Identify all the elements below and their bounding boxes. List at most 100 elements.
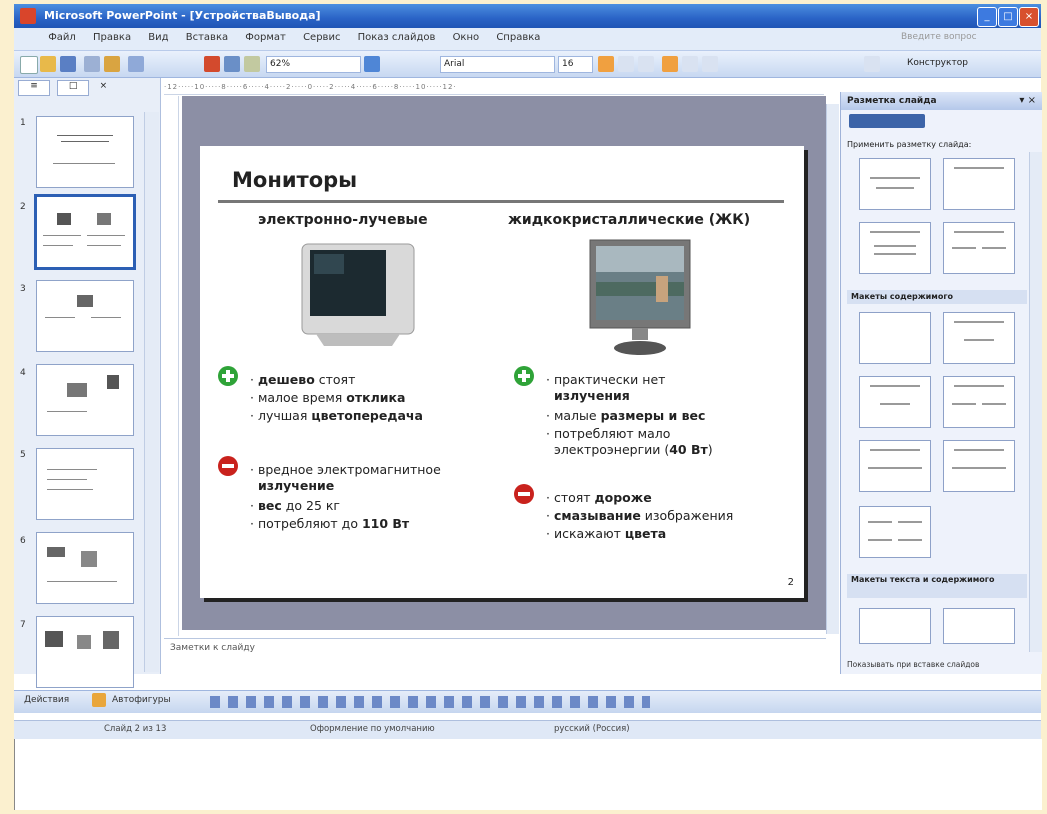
design-button[interactable]: Конструктор — [904, 56, 1007, 71]
menu-tools[interactable]: Сервис — [296, 28, 347, 47]
slide-thumbnail-3[interactable] — [36, 280, 134, 352]
layout-text-content-2[interactable] — [943, 608, 1015, 644]
menu-insert[interactable]: Вставка — [179, 28, 235, 47]
drawing-tools-icons[interactable] — [210, 696, 650, 708]
paste-icon[interactable] — [104, 56, 120, 72]
right-pro-1[interactable]: · практически нет излучения — [546, 372, 665, 404]
slide-scrollbar[interactable] — [826, 104, 839, 634]
font-color-icon[interactable] — [864, 56, 880, 72]
new-icon[interactable] — [20, 56, 38, 74]
layout-two-columns[interactable] — [943, 222, 1015, 274]
menu-file[interactable]: Файл — [41, 28, 83, 47]
show-on-insert-checkbox[interactable]: Показывать при вставке слайдов — [847, 660, 979, 669]
layout-title-two-content-two[interactable] — [943, 440, 1015, 492]
right-con-3[interactable]: · искажают цвета — [546, 526, 666, 542]
layout-title-slide[interactable] — [859, 158, 931, 210]
menu-help[interactable]: Справка — [489, 28, 547, 47]
section-content-layouts: Макеты содержимого — [847, 290, 1027, 304]
save-icon[interactable] — [60, 56, 76, 72]
layout-title-two-content[interactable] — [943, 376, 1015, 428]
status-bar: Слайд 2 из 13 Оформление по умолчанию ру… — [14, 720, 1041, 739]
left-pro-1[interactable]: · дешево стоят — [250, 372, 355, 388]
slide-layout-task-pane: Разметка слайда ▾ × Применить разметку с… — [840, 92, 1042, 674]
layout-title-content[interactable] — [859, 376, 931, 428]
actions-menu[interactable]: Действия — [24, 695, 69, 705]
maximize-button[interactable]: □ — [998, 7, 1018, 27]
open-icon[interactable] — [40, 56, 56, 72]
insert-chart-icon[interactable] — [204, 56, 220, 72]
status-language: русский (Россия) — [554, 724, 630, 734]
slide-thumbnail-6[interactable] — [36, 532, 134, 604]
layout-title-content-two[interactable] — [859, 440, 931, 492]
bold-button[interactable] — [598, 56, 614, 72]
font-select[interactable]: Arial — [440, 56, 555, 73]
window-title: Microsoft PowerPoint - [УстройстваВывода… — [44, 9, 321, 22]
grid-icon[interactable] — [244, 56, 260, 72]
tab-slides[interactable]: □ — [57, 80, 90, 96]
horizontal-ruler: ·12·····10·····8·····6·····4·····2·····0… — [164, 80, 824, 95]
slide-editing-area: Мониторы электронно-лучевые жидкокристал… — [182, 96, 826, 630]
notes-pane[interactable]: Заметки к слайду — [164, 638, 826, 675]
slide-thumbnail-7[interactable] — [36, 616, 134, 688]
task-pane-nav-buttons[interactable] — [849, 114, 925, 128]
status-slide-count: Слайд 2 из 13 — [104, 724, 167, 734]
help-icon[interactable] — [364, 56, 380, 72]
menu-format[interactable]: Формат — [238, 28, 293, 47]
font-size-select[interactable]: 16 — [558, 56, 593, 73]
layout-title-text[interactable] — [859, 222, 931, 274]
align-right-button[interactable] — [702, 56, 718, 72]
slide-thumbnail-1[interactable] — [36, 116, 134, 188]
slide-thumbnail-4[interactable] — [36, 364, 134, 436]
right-column-heading[interactable]: жидкокристаллические (ЖК) — [508, 212, 750, 228]
slides-thumbnail-pane: ≡ □ × 1 2 3 4 5 6 7 — [14, 78, 161, 688]
menu-view[interactable]: Вид — [141, 28, 175, 47]
thumb-number: 7 — [20, 620, 26, 630]
layout-content[interactable] — [943, 312, 1015, 364]
right-pro-3[interactable]: · потребляют мало электроэнергии (40 Вт) — [546, 426, 713, 458]
slide-title[interactable]: Мониторы — [232, 168, 357, 192]
empty-area — [14, 739, 1042, 810]
left-column-heading[interactable]: электронно-лучевые — [258, 212, 428, 228]
menu-window[interactable]: Окно — [446, 28, 487, 47]
insert-table-icon[interactable] — [224, 56, 240, 72]
left-pro-3[interactable]: · лучшая цветопередача — [250, 408, 423, 424]
tab-outline[interactable]: ≡ — [18, 80, 50, 96]
left-pro-2[interactable]: · малое время отклика — [250, 390, 405, 406]
select-objects-icon[interactable] — [92, 693, 106, 707]
layout-text-content-1[interactable] — [859, 608, 931, 644]
task-pane-scrollbar[interactable] — [1029, 152, 1042, 652]
thumbnails-scrollbar[interactable] — [144, 112, 159, 672]
align-left-button[interactable] — [662, 56, 678, 72]
close-pane-icon[interactable]: × — [96, 81, 110, 95]
slide-thumbnail-2[interactable] — [34, 194, 136, 270]
left-con-3[interactable]: · потребляют до 110 Вт — [250, 516, 409, 532]
layout-title-four-content[interactable] — [859, 506, 931, 558]
left-con-1[interactable]: · вредное электромагнитное излучение — [250, 462, 441, 494]
thumb-number: 5 — [20, 450, 26, 460]
left-con-2[interactable]: · вес до 25 кг — [250, 498, 340, 514]
status-design: Оформление по умолчанию — [310, 724, 435, 734]
menu-edit[interactable]: Правка — [86, 28, 138, 47]
underline-button[interactable] — [638, 56, 654, 72]
pane-tabs: ≡ □ × — [18, 80, 154, 98]
current-slide[interactable]: Мониторы электронно-лучевые жидкокристал… — [200, 146, 804, 598]
help-search-input[interactable]: Введите вопрос — [901, 32, 1011, 45]
slide-thumbnail-5[interactable] — [36, 448, 134, 520]
layout-title-only[interactable] — [943, 158, 1015, 210]
italic-button[interactable] — [618, 56, 634, 72]
right-con-1[interactable]: · стоят дороже — [546, 490, 652, 506]
align-center-button[interactable] — [682, 56, 698, 72]
zoom-select[interactable]: 62% — [266, 56, 361, 73]
powerpoint-app-icon[interactable] — [20, 8, 36, 24]
layout-blank[interactable] — [859, 312, 931, 364]
minimize-button[interactable]: _ — [977, 7, 997, 27]
autoshapes-menu[interactable]: Автофигуры — [112, 695, 171, 705]
undo-icon[interactable] — [128, 56, 144, 72]
right-con-2[interactable]: · смазывание изображения — [546, 508, 733, 524]
close-button[interactable]: × — [1019, 7, 1039, 27]
close-task-pane-icon[interactable]: ▾ × — [1019, 95, 1036, 106]
print-icon[interactable] — [84, 56, 100, 72]
right-pro-2[interactable]: · малые размеры и вес — [546, 408, 705, 424]
menu-slideshow[interactable]: Показ слайдов — [351, 28, 443, 47]
document-icon[interactable] — [14, 32, 38, 40]
